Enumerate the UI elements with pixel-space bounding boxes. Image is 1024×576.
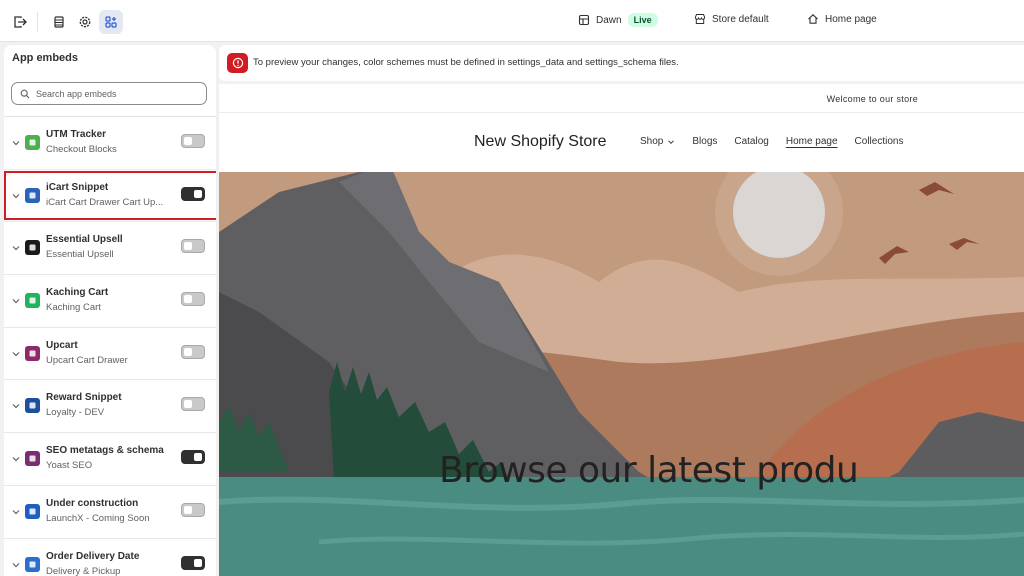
store-selector[interactable]: Store default: [694, 13, 769, 25]
app-embed-name: Order Delivery Date: [46, 550, 140, 562]
panel-title: App embeds: [12, 52, 79, 64]
app-embed-toggle[interactable]: [181, 344, 205, 359]
store-icon: [695, 14, 705, 24]
topbar-divider: [37, 12, 38, 32]
kaching-cart-app-icon: [25, 293, 40, 309]
app-embed-name: Kaching Cart: [46, 287, 109, 299]
app-embed-item[interactable]: Essential Upsell Essential Upsell: [4, 222, 216, 276]
chevron-down-icon[interactable]: [11, 507, 21, 517]
live-status-badge: Live: [627, 13, 658, 27]
announcement-divider: [219, 112, 1024, 113]
settings-gear-icon[interactable]: [73, 10, 97, 34]
app-embed-name: SEO metatags & schema: [46, 445, 164, 457]
search-box[interactable]: [11, 82, 207, 105]
theme-name: Dawn: [596, 14, 622, 26]
page-selector-label: Home page: [825, 13, 877, 25]
app-embed-toggle[interactable]: [181, 292, 205, 307]
app-embed-item[interactable]: Upcart Upcart Cart Drawer: [4, 328, 216, 381]
preview-warning-banner: To preview your changes, color schemes m…: [219, 45, 1024, 81]
exit-icon[interactable]: [8, 10, 32, 34]
app-embeds-icon[interactable]: [99, 10, 123, 34]
app-embed-toggle[interactable]: [181, 450, 205, 465]
store-selector-label: Store default: [712, 13, 769, 25]
chevron-down-icon: [668, 139, 675, 144]
app-embed-toggle[interactable]: [181, 134, 205, 148]
banner-message: To preview your changes, color schemes m…: [253, 57, 679, 68]
yoast-seo-app-icon: [25, 451, 40, 467]
nav-shop-label: Shop: [640, 136, 664, 147]
app-embed-subtitle: Essential Upsell: [46, 249, 114, 261]
theme-selector[interactable]: Dawn Live: [578, 13, 658, 27]
chevron-down-icon[interactable]: [11, 560, 21, 570]
search-input[interactable]: [36, 88, 196, 99]
upcart-app-icon: [25, 345, 40, 361]
utm-tracker-app-icon: [25, 135, 40, 150]
app-embed-subtitle: LaunchX - Coming Soon: [46, 512, 150, 524]
chevron-down-icon[interactable]: [11, 401, 21, 411]
essential-upsell-app-icon: [25, 240, 40, 256]
announcement-bar: Welcome to our store: [826, 94, 918, 104]
hero-landscape-image: [219, 172, 1024, 576]
chevron-down-icon[interactable]: [11, 349, 21, 359]
app-embed-item[interactable]: Reward Snippet Loyalty - DEV: [4, 380, 216, 434]
sections-icon[interactable]: [47, 10, 71, 34]
app-embed-item[interactable]: UTM Tracker Checkout Blocks: [4, 117, 216, 170]
chevron-down-icon[interactable]: [11, 454, 21, 464]
app-embed-item[interactable]: SEO metatags & schema Yoast SEO: [4, 433, 216, 486]
app-embed-subtitle: Loyalty - DEV: [46, 407, 105, 419]
reward-snippet-app-icon: [25, 398, 40, 414]
app-embed-toggle[interactable]: [181, 555, 205, 570]
chevron-down-icon[interactable]: [11, 191, 21, 201]
app-embed-item[interactable]: Kaching Cart Kaching Cart: [4, 275, 216, 328]
app-embed-name: UTM Tracker: [46, 129, 107, 140]
app-embed-subtitle: Upcart Cart Drawer: [46, 354, 128, 366]
app-embed-subtitle: iCart Cart Drawer Cart Up...: [46, 196, 164, 208]
app-embed-list: UTM Tracker Checkout Blocks iCart Snippet i…: [4, 117, 216, 576]
app-embed-toggle[interactable]: [181, 397, 205, 412]
editor-topbar: Dawn Live Store default Home page: [0, 0, 1024, 42]
app-embed-toggle[interactable]: [181, 186, 205, 201]
app-embed-subtitle: Delivery & Pickup: [46, 565, 121, 576]
app-embed-name: Reward Snippet: [46, 392, 122, 404]
app-embed-subtitle: Yoast SEO: [46, 460, 93, 472]
theme-icon: [578, 14, 590, 26]
store-preview: Welcome to our store New Shopify Store S…: [219, 84, 1024, 576]
store-navigation: Shop Blogs Catalog Home page Collections: [640, 136, 903, 147]
nav-home-page[interactable]: Home page: [786, 136, 838, 147]
home-icon: [808, 14, 818, 24]
app-embed-item[interactable]: Order Delivery Date Delivery & Pickup: [4, 539, 216, 576]
app-embed-name: Under construction: [46, 497, 139, 509]
app-embed-toggle[interactable]: [181, 502, 205, 517]
order-delivery-app-icon: [25, 556, 40, 572]
app-embed-item[interactable]: iCart Snippet iCart Cart Drawer Cart Up..…: [4, 170, 216, 223]
alert-icon: [227, 53, 248, 73]
app-embed-subtitle: Checkout Blocks: [46, 144, 117, 155]
app-embed-toggle[interactable]: [181, 239, 205, 254]
nav-shop[interactable]: Shop: [640, 136, 675, 147]
chevron-down-icon[interactable]: [11, 138, 21, 148]
nav-collections[interactable]: Collections: [855, 136, 904, 147]
app-embed-subtitle: Kaching Cart: [46, 302, 101, 314]
search-icon: [20, 89, 30, 98]
app-embed-name: Upcart: [46, 339, 78, 351]
app-embed-name: iCart Snippet: [46, 181, 109, 193]
launchx-app-icon: [25, 503, 40, 519]
icart-app-icon: [25, 187, 40, 203]
app-embeds-panel: App embeds UTM Tracker Checkout Blocks iCa…: [4, 45, 216, 576]
app-embed-item[interactable]: Under construction LaunchX - Coming Soon: [4, 486, 216, 539]
chevron-down-icon[interactable]: [11, 243, 21, 253]
nav-blogs[interactable]: Blogs: [692, 136, 717, 147]
page-selector[interactable]: Home page: [807, 13, 877, 25]
hero-heading: Browse our latest produ: [439, 450, 859, 491]
chevron-down-icon[interactable]: [11, 296, 21, 306]
app-embed-name: Essential Upsell: [46, 234, 123, 246]
nav-catalog[interactable]: Catalog: [734, 136, 768, 147]
store-logo-text[interactable]: New Shopify Store: [474, 133, 607, 151]
